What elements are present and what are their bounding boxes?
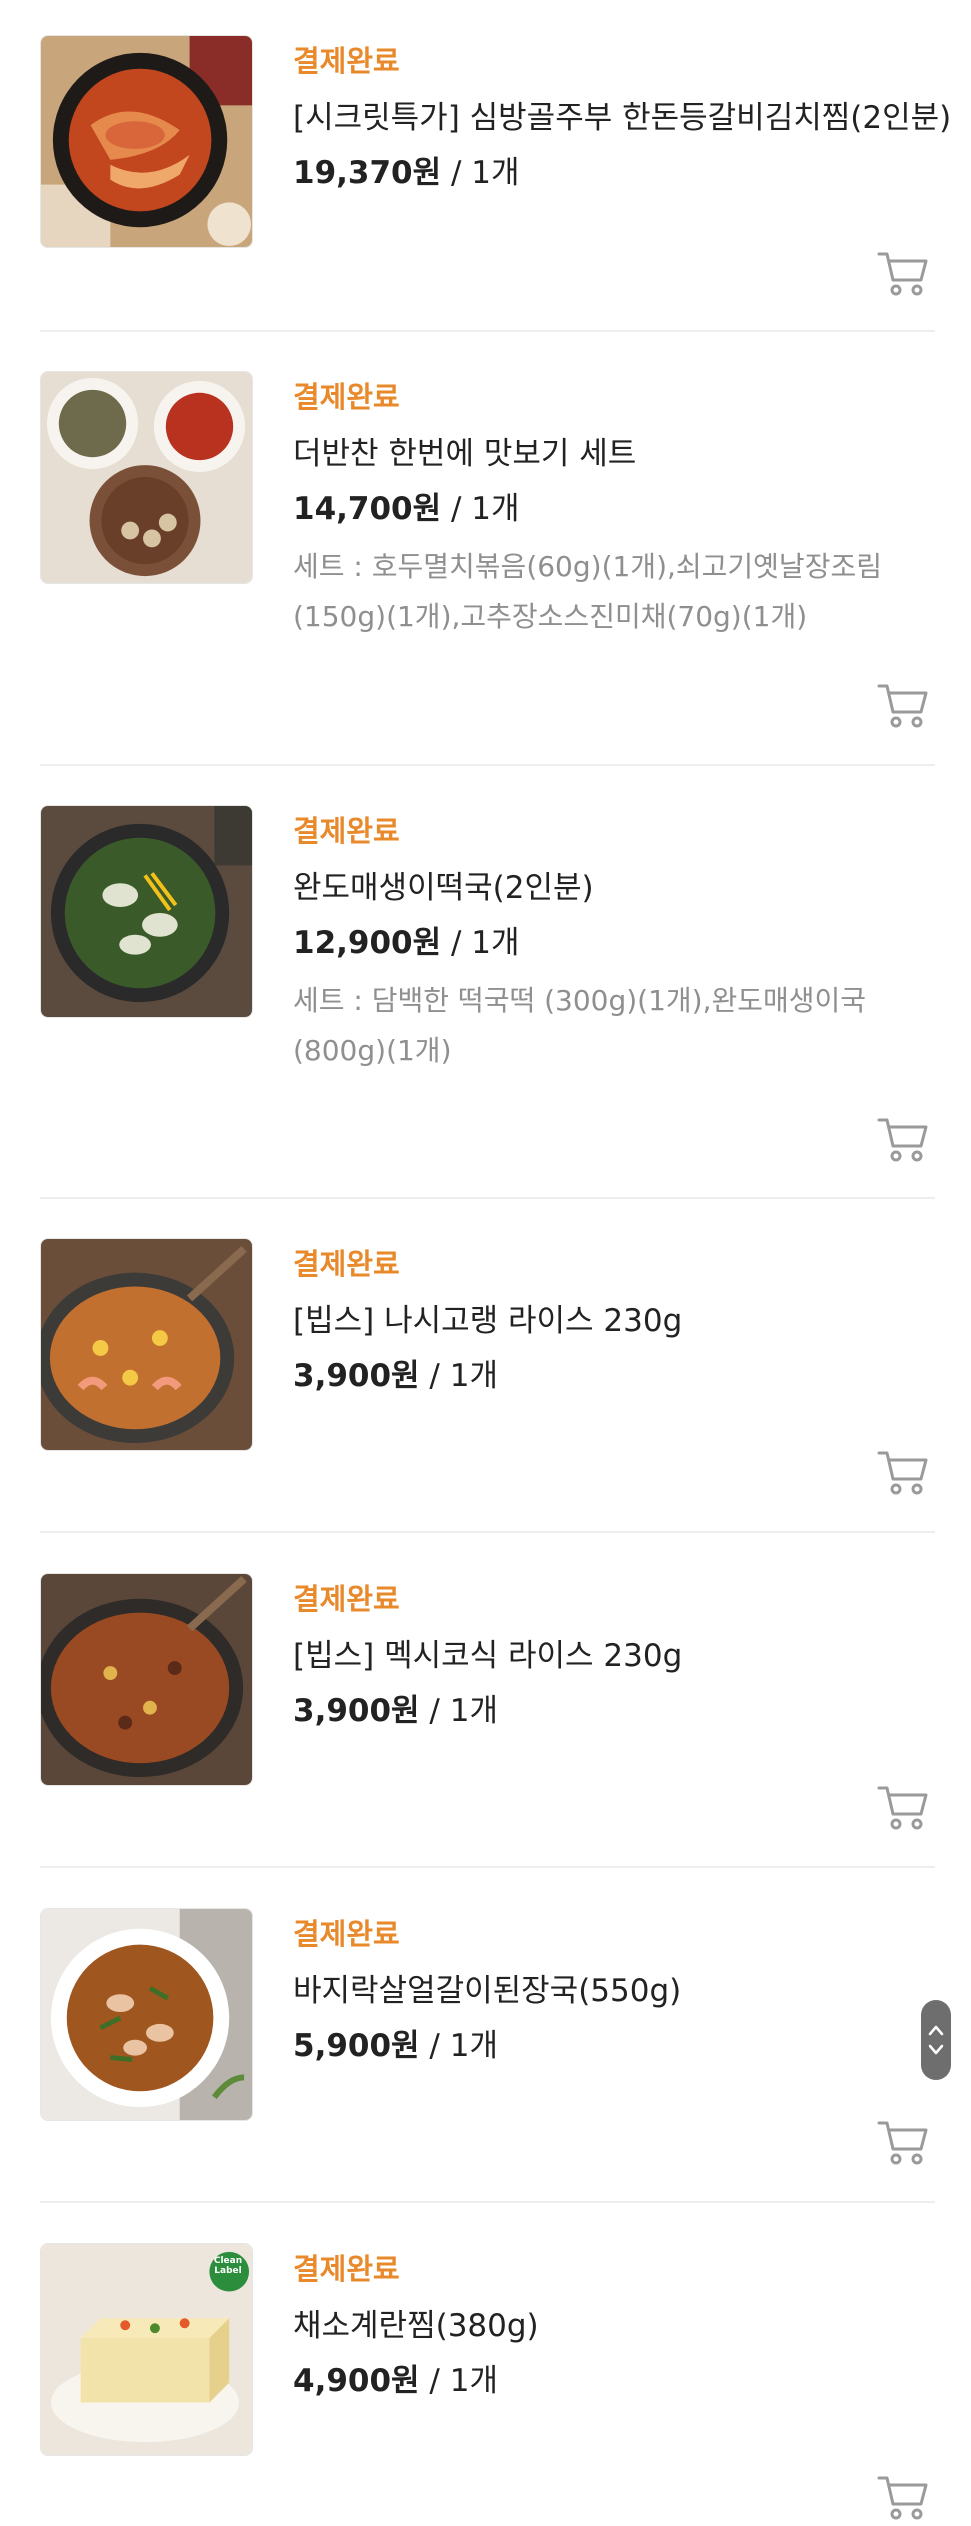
product-image[interactable] xyxy=(40,805,253,1018)
price-value: 3,900원 xyxy=(293,1358,420,1394)
product-image[interactable]: Clean Label xyxy=(40,2243,253,2456)
divider xyxy=(40,1866,935,1868)
product-price: 14,700원 / 1개 xyxy=(293,483,520,528)
price-value: 5,900원 xyxy=(293,2028,420,2064)
product-price: 3,900원 / 1개 xyxy=(293,1350,498,1395)
cart-icon[interactable] xyxy=(876,680,932,730)
quantity: / 1개 xyxy=(419,2028,498,2064)
product-name[interactable]: [시크릿특가] 심방골주부 한돈등갈비김치찜(2인분) xyxy=(293,92,951,137)
order-status: 결제완료 xyxy=(293,1917,400,1951)
order-status: 결제완료 xyxy=(293,44,400,78)
product-name[interactable]: 채소계란찜(380g) xyxy=(293,2300,539,2345)
order-status: 결제완료 xyxy=(293,1582,400,1616)
product-price: 12,900원 / 1개 xyxy=(293,917,520,962)
quantity: / 1개 xyxy=(419,2363,498,2399)
divider xyxy=(40,1197,935,1199)
order-status: 결제완료 xyxy=(293,2252,400,2286)
product-option: 세트 : 담백한 떡국떡 (300g)(1개),완도매생이국(800g)(1개) xyxy=(293,984,867,1067)
divider xyxy=(40,764,935,766)
product-name[interactable]: 완도매생이떡국(2인분) xyxy=(293,862,594,907)
product-image[interactable] xyxy=(40,35,253,248)
order-status: 결제완료 xyxy=(293,380,400,414)
product-option: 세트 : 호두멸치볶음(60g)(1개),쇠고기옛날장조림(150g)(1개),… xyxy=(293,550,882,633)
quantity: / 1개 xyxy=(441,491,520,527)
price-value: 19,370원 xyxy=(293,155,442,191)
banchan-set-image xyxy=(41,372,252,583)
clam-soybean-soup-image xyxy=(41,1909,252,2120)
divider xyxy=(40,2201,935,2203)
price-value: 4,900원 xyxy=(293,2363,420,2399)
product-price: 4,900원 / 1개 xyxy=(293,2355,498,2400)
cart-icon[interactable] xyxy=(876,2117,932,2167)
product-name[interactable]: 더반찬 한번에 맛보기 세트 xyxy=(293,428,636,473)
quantity: / 1개 xyxy=(419,1358,498,1394)
cart-icon[interactable] xyxy=(876,2472,932,2522)
kimchi-ribs-stew-image xyxy=(41,36,252,247)
product-image[interactable] xyxy=(40,1908,253,2121)
price-value: 14,700원 xyxy=(293,491,442,527)
order-status: 결제완료 xyxy=(293,814,400,848)
quantity: / 1개 xyxy=(419,1693,498,1729)
product-price: 19,370원 / 1개 xyxy=(293,147,520,192)
product-image[interactable] xyxy=(40,371,253,584)
clean-label-badge: Clean Label xyxy=(213,2256,243,2276)
seaweed-rice-cake-soup-image xyxy=(41,806,252,1017)
price-value: 3,900원 xyxy=(293,1693,420,1729)
product-name[interactable]: 바지락살얼갈이된장국(550g) xyxy=(293,1965,681,2010)
product-name[interactable]: [빕스] 나시고랭 라이스 230g xyxy=(293,1295,682,1340)
product-image[interactable] xyxy=(40,1238,253,1451)
product-price: 3,900원 / 1개 xyxy=(293,1685,498,1730)
cart-icon[interactable] xyxy=(876,1114,932,1164)
quantity: / 1개 xyxy=(441,155,520,191)
product-image[interactable] xyxy=(40,1573,253,1786)
order-status: 결제완료 xyxy=(293,1247,400,1281)
product-name[interactable]: [빕스] 멕시코식 라이스 230g xyxy=(293,1630,682,1675)
quantity: / 1개 xyxy=(441,925,520,961)
mexican-rice-image xyxy=(41,1574,252,1785)
product-price: 5,900원 / 1개 xyxy=(293,2020,498,2065)
cart-icon[interactable] xyxy=(876,1447,932,1497)
divider xyxy=(40,330,935,332)
price-value: 12,900원 xyxy=(293,925,442,961)
scroll-handle-icon[interactable] xyxy=(921,2000,951,2080)
cart-icon[interactable] xyxy=(876,248,932,298)
cart-icon[interactable] xyxy=(876,1782,932,1832)
divider xyxy=(40,1531,935,1533)
nasi-goreng-image xyxy=(41,1239,252,1450)
